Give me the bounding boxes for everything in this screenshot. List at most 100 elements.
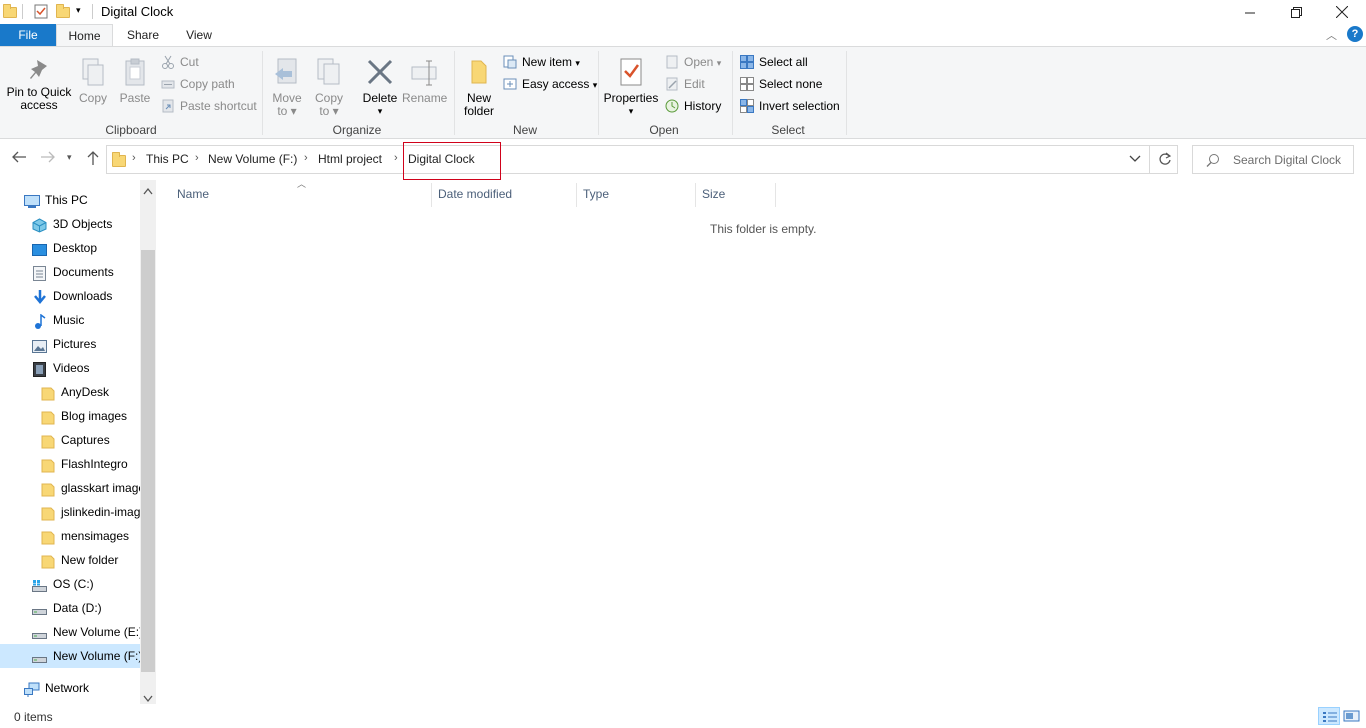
folder-icon	[41, 409, 56, 425]
recent-locations-chevron-icon[interactable]: ▾	[67, 152, 72, 163]
forward-arrow-icon[interactable]	[40, 150, 56, 169]
breadcrumb-chevron-icon[interactable]: ›	[394, 152, 398, 164]
nav-item-pictures[interactable]: Pictures	[0, 332, 140, 356]
refresh-icon[interactable]	[1158, 152, 1172, 169]
address-history-chevron-icon[interactable]	[1129, 153, 1141, 166]
nav-item-folder[interactable]: AnyDesk	[0, 380, 140, 404]
breadcrumb-new-volume-f[interactable]: New Volume (F:)	[208, 152, 297, 166]
select-none-button[interactable]: Select none	[740, 75, 822, 93]
tab-share[interactable]: Share	[118, 24, 168, 46]
breadcrumb-chevron-icon[interactable]: ›	[304, 152, 308, 164]
column-header-name[interactable]: Name	[177, 187, 209, 201]
column-divider[interactable]	[775, 183, 776, 207]
new-item-label: New item	[522, 55, 573, 69]
details-view-button[interactable]	[1318, 707, 1340, 725]
paste-icon	[125, 58, 145, 86]
customize-qa-chevron-icon[interactable]: ▾	[76, 5, 81, 16]
tab-home[interactable]: Home	[56, 24, 113, 46]
paste-shortcut-button[interactable]: Paste shortcut	[161, 97, 257, 115]
column-divider[interactable]	[695, 183, 696, 207]
copy-button[interactable]: Copy	[76, 57, 110, 105]
ribbon-separator	[454, 51, 455, 135]
up-arrow-icon[interactable]	[86, 150, 100, 171]
nav-item-3d-objects[interactable]: 3D Objects	[0, 212, 140, 236]
collapse-ribbon-chevron-icon[interactable]: ︿	[1326, 27, 1337, 43]
open-group-label: Open	[649, 123, 679, 137]
close-button[interactable]	[1319, 0, 1365, 24]
edit-icon	[665, 77, 679, 91]
copy-path-button[interactable]: Copy path	[161, 75, 235, 93]
nav-label: New Volume (F:)	[53, 649, 140, 663]
tab-view[interactable]: View	[176, 24, 222, 46]
folder-icon	[41, 553, 56, 569]
nav-item-desktop[interactable]: Desktop	[0, 236, 140, 260]
delete-dropdown-icon[interactable]: ▾	[360, 105, 400, 118]
nav-item-folder[interactable]: Captures	[0, 428, 140, 452]
cut-button[interactable]: Cut	[161, 53, 199, 71]
invert-selection-button[interactable]: Invert selection	[740, 97, 840, 115]
nav-scrollbar-thumb[interactable]	[141, 250, 155, 672]
open-button[interactable]: Open ▾	[665, 53, 721, 71]
open-icon	[665, 55, 679, 69]
scroll-up-arrow-icon[interactable]	[143, 184, 153, 198]
invert-selection-icon	[740, 99, 754, 113]
nav-item-drive-e[interactable]: New Volume (E:)	[0, 620, 140, 644]
nav-item-music[interactable]: Music	[0, 308, 140, 332]
nav-item-folder[interactable]: mensimages	[0, 524, 140, 548]
nav-item-downloads[interactable]: Downloads	[0, 284, 140, 308]
nav-label: AnyDesk	[61, 385, 110, 399]
nav-label: This PC	[45, 193, 88, 207]
nav-item-drive-d[interactable]: Data (D:)	[0, 596, 140, 620]
restore-button[interactable]	[1273, 0, 1319, 24]
column-header-type[interactable]: Type	[583, 187, 609, 201]
properties-button[interactable]: Properties ▾	[603, 57, 659, 118]
status-bar: 0 items	[0, 704, 1366, 728]
select-all-button[interactable]: Select all	[740, 53, 808, 71]
breadcrumb-this-pc[interactable]: This PC	[146, 152, 189, 166]
column-header-date-modified[interactable]: Date modified	[438, 187, 512, 201]
rename-button[interactable]: Rename	[402, 57, 447, 105]
videos-icon	[33, 361, 48, 377]
nav-item-folder[interactable]: Blog images	[0, 404, 140, 428]
pin-icon	[30, 60, 47, 79]
column-divider[interactable]	[576, 183, 577, 207]
address-bar[interactable]: › This PC › New Volume (F:) › Html proje…	[106, 142, 1178, 180]
history-button[interactable]: History	[665, 97, 721, 115]
move-to-button[interactable]: Move to ▾	[270, 57, 304, 118]
breadcrumb-html-project[interactable]: Html project	[318, 152, 382, 166]
nav-item-documents[interactable]: Documents	[0, 260, 140, 284]
copy-to-button[interactable]: Copy to ▾	[312, 57, 346, 118]
nav-item-videos[interactable]: Videos	[0, 356, 140, 380]
new-item-button[interactable]: New item ▾	[503, 53, 580, 71]
delete-button[interactable]: Delete ▾	[360, 57, 400, 118]
pin-to-quick-access-button[interactable]: Pin to Quick access	[4, 57, 74, 112]
navigation-pane: This PC 3D Objects Desktop Documents Dow…	[0, 180, 156, 704]
new-folder-button[interactable]: New folder	[460, 57, 498, 118]
column-divider[interactable]	[431, 183, 432, 207]
properties-dropdown-icon[interactable]: ▾	[603, 105, 659, 118]
nav-item-folder[interactable]: glasskart images	[0, 476, 140, 500]
minimize-button[interactable]	[1227, 0, 1273, 24]
back-arrow-icon[interactable]	[11, 150, 27, 169]
paste-button[interactable]: Paste	[118, 57, 152, 105]
large-icons-view-button[interactable]	[1342, 708, 1362, 724]
edit-button[interactable]: Edit	[665, 75, 705, 93]
nav-item-drive-c[interactable]: OS (C:)	[0, 572, 140, 596]
breadcrumb-chevron-icon[interactable]: ›	[195, 152, 199, 164]
nav-item-this-pc[interactable]: This PC	[0, 188, 140, 212]
breadcrumb-chevron-icon[interactable]: ›	[132, 152, 136, 164]
nav-item-folder[interactable]: FlashIntegro	[0, 452, 140, 476]
clipboard-group-label: Clipboard	[105, 123, 157, 137]
new-folder-qa-icon[interactable]	[56, 4, 70, 19]
tab-file[interactable]: File	[0, 24, 56, 46]
nav-item-folder[interactable]: New folder	[0, 548, 140, 572]
nav-item-network[interactable]: Network	[0, 676, 140, 700]
column-header-size[interactable]: Size	[702, 187, 725, 201]
nav-item-folder[interactable]: jslinkedin-images	[0, 500, 140, 524]
help-icon[interactable]: ?	[1347, 26, 1363, 42]
easy-access-button[interactable]: Easy access ▾	[503, 75, 597, 93]
3d-objects-icon	[32, 217, 47, 233]
nav-item-drive-f[interactable]: New Volume (F:)	[0, 644, 140, 668]
search-box[interactable]: Search Digital Clock	[1192, 145, 1354, 174]
properties-qa-icon[interactable]	[34, 4, 48, 19]
